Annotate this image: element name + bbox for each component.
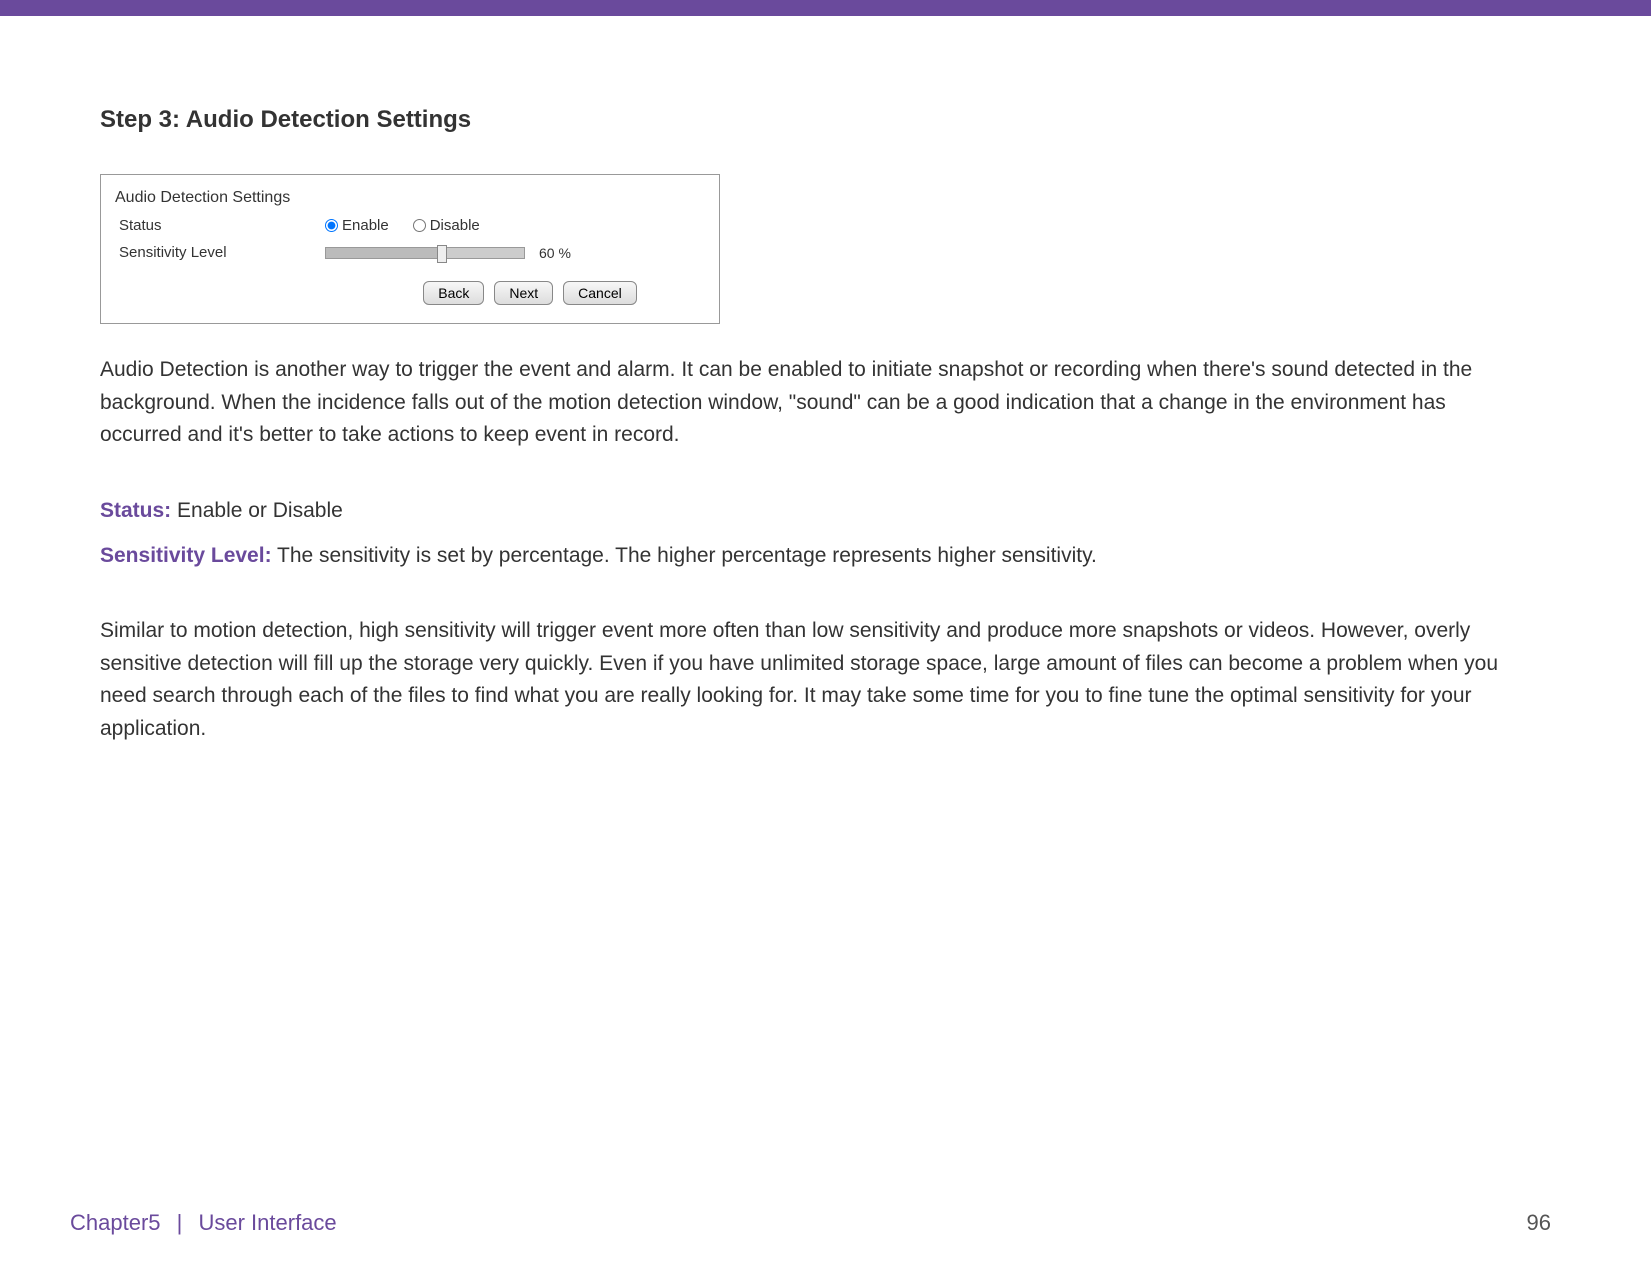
disable-radio-label: Disable (430, 217, 480, 234)
status-definition: Status: Enable or Disable (100, 492, 1551, 530)
top-accent-bar (0, 0, 1651, 16)
sensitivity-definition: Sensitivity Level: The sensitivity is se… (100, 537, 1551, 575)
sensitivity-slider-thumb[interactable] (437, 245, 447, 263)
definitions-block: Status: Enable or Disable Sensitivity Le… (100, 492, 1551, 576)
page-footer: Chapter5 | User Interface 96 (70, 1210, 1551, 1236)
enable-radio-input[interactable] (325, 219, 338, 232)
status-label: Status (115, 217, 325, 234)
sensitivity-unit: % (558, 245, 570, 261)
next-button[interactable]: Next (494, 281, 553, 305)
back-button[interactable]: Back (423, 281, 484, 305)
sensitivity-value: 60 (539, 245, 555, 261)
disable-radio-input[interactable] (413, 219, 426, 232)
paragraph-1: Audio Detection is another way to trigge… (100, 354, 1500, 452)
footer-divider: | (177, 1210, 183, 1235)
sensitivity-slider-wrap: 60 % (325, 245, 571, 261)
enable-radio-label: Enable (342, 217, 389, 234)
audio-detection-settings-panel: Audio Detection Settings Status Enable D… (100, 174, 720, 324)
panel-button-row: Back Next Cancel (115, 281, 705, 305)
disable-radio-option[interactable]: Disable (413, 217, 480, 234)
paragraph-2: Similar to motion detection, high sensit… (100, 615, 1500, 745)
sensitivity-readout: 60 % (539, 245, 571, 261)
sensitivity-label: Sensitivity Level (115, 244, 325, 261)
status-radio-group: Enable Disable (325, 217, 480, 234)
sensitivity-term: Sensitivity Level: (100, 544, 272, 567)
document-page: Step 3: Audio Detection Settings Audio D… (0, 16, 1651, 1266)
status-term: Status: (100, 499, 171, 522)
page-number: 96 (1527, 1210, 1551, 1236)
sensitivity-slider[interactable] (325, 247, 525, 259)
sensitivity-slider-fill (326, 248, 445, 258)
sensitivity-row: Sensitivity Level 60 % (115, 244, 705, 261)
panel-heading: Audio Detection Settings (115, 189, 705, 207)
status-desc: Enable or Disable (171, 499, 343, 522)
footer-breadcrumb: Chapter5 | User Interface (70, 1210, 337, 1236)
footer-chapter: Chapter5 (70, 1210, 161, 1235)
cancel-button[interactable]: Cancel (563, 281, 637, 305)
enable-radio-option[interactable]: Enable (325, 217, 389, 234)
sensitivity-desc: The sensitivity is set by percentage. Th… (272, 544, 1097, 567)
footer-section: User Interface (198, 1210, 336, 1235)
status-row: Status Enable Disable (115, 217, 705, 234)
step-heading: Step 3: Audio Detection Settings (100, 106, 1551, 134)
